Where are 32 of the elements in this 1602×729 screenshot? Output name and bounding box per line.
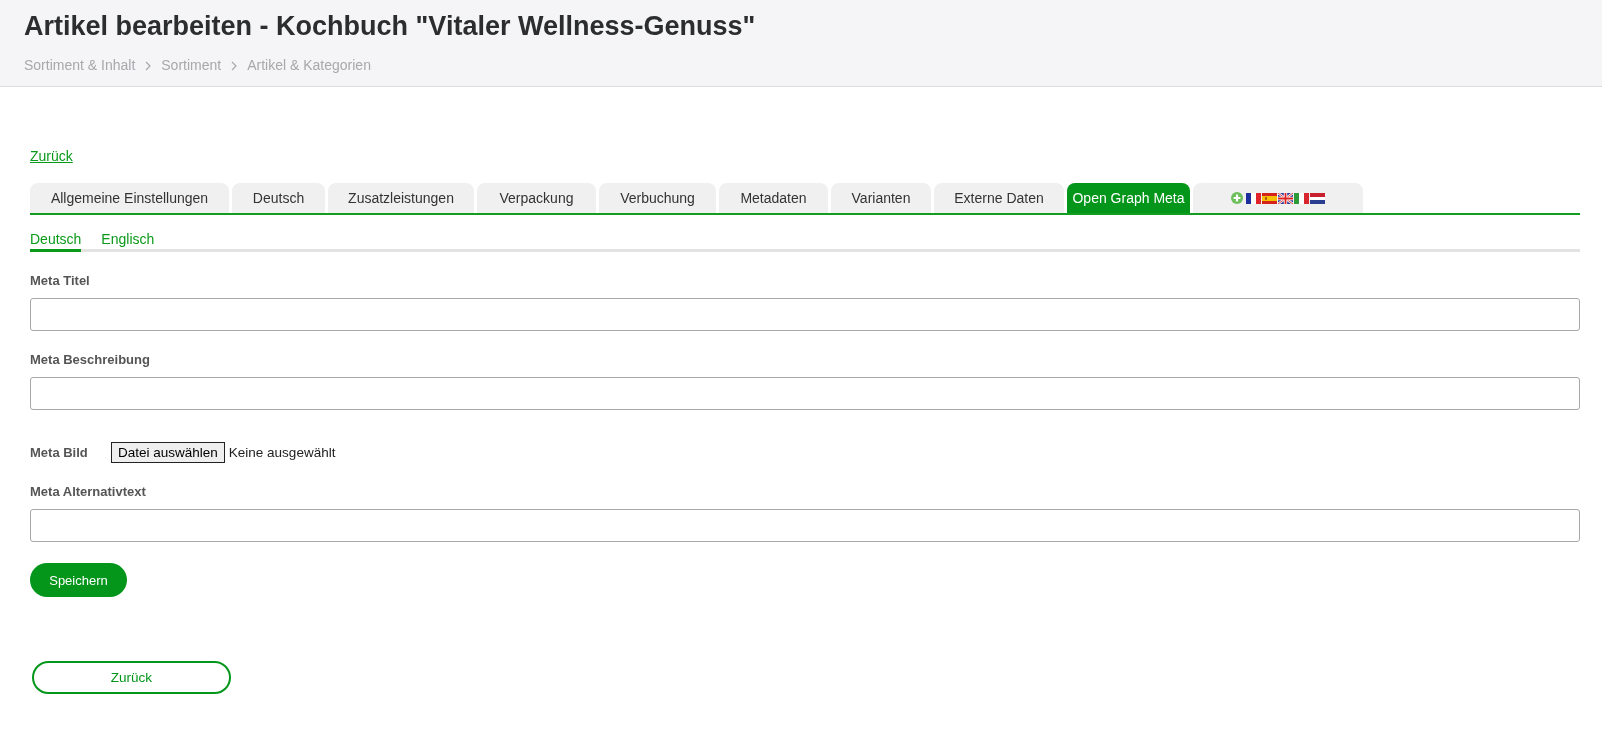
field-label: Meta Alternativtext <box>30 484 147 500</box>
tab[interactable]: Verpackung <box>477 183 596 213</box>
spanish-flag-icon <box>1262 192 1277 204</box>
tab[interactable]: Deutsch <box>232 183 325 213</box>
tab[interactable]: Externe Daten <box>934 183 1064 213</box>
file-status-text: Keine ausgewählt <box>228 445 336 460</box>
file-choose-button[interactable]: Datei auswählen <box>111 442 225 463</box>
text-input[interactable] <box>30 377 1580 410</box>
text-input[interactable] <box>30 298 1580 331</box>
field-label: Meta Beschreibung <box>30 352 151 368</box>
tab[interactable]: Varianten <box>831 183 931 213</box>
tab[interactable]: Metadaten <box>719 183 828 213</box>
plus-circle-icon <box>1231 192 1243 204</box>
language-subtab[interactable]: Englisch <box>101 230 155 252</box>
chevron-right-icon <box>231 60 238 71</box>
back-button[interactable]: Zurück <box>32 661 231 694</box>
save-button[interactable]: Speichern <box>30 563 127 597</box>
page-title: Artikel bearbeiten - Kochbuch "Vitaler Wellness-Genuss" <box>24 10 757 43</box>
text-input[interactable] <box>30 509 1580 542</box>
language-tab[interactable] <box>1193 183 1363 213</box>
language-subtab[interactable]: Deutsch <box>30 230 82 252</box>
dutch-flag-icon <box>1310 192 1325 204</box>
back-link[interactable]: Zurück <box>30 148 73 164</box>
field-label: Meta Titel <box>30 273 91 289</box>
tab[interactable]: Allgemeine Einstellungen <box>30 183 229 213</box>
tab[interactable]: Open Graph Meta <box>1067 183 1190 213</box>
french-flag-icon <box>1246 192 1261 204</box>
italian-flag-icon <box>1294 192 1309 204</box>
tab[interactable]: Verbuchung <box>599 183 716 213</box>
chevron-right-icon <box>145 60 152 71</box>
tab[interactable]: Zusatzleistungen <box>328 183 474 213</box>
field-label: Meta Bild <box>30 444 89 461</box>
